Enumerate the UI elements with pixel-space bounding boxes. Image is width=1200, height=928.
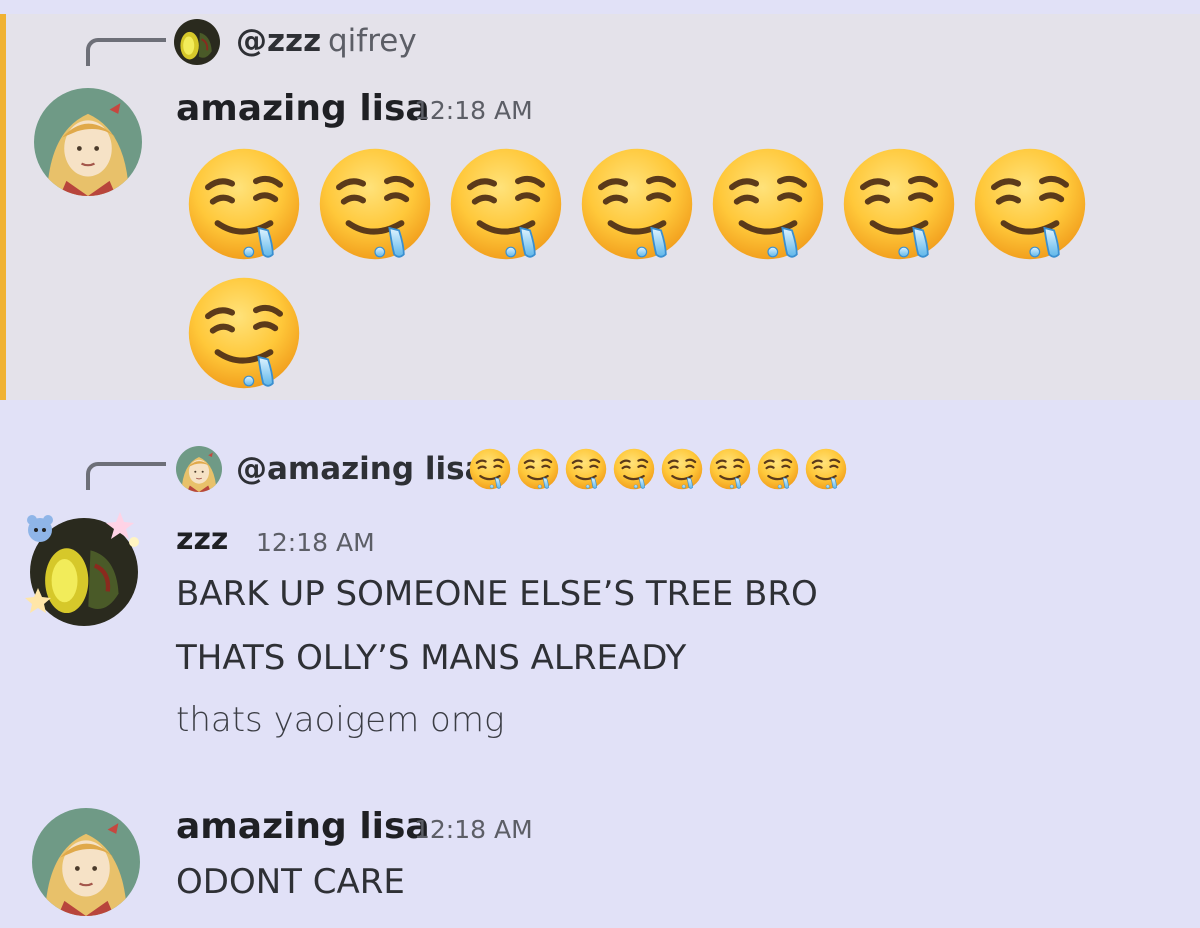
reply-mention[interactable]: @zzz <box>236 23 321 59</box>
message-text: thats yaoigem omg <box>176 700 505 740</box>
drooling-face-icon <box>708 447 752 491</box>
reply-spine <box>86 38 166 66</box>
avatar-decoration-icon <box>25 512 139 613</box>
drooling-face-icon <box>804 447 848 491</box>
drooling-face-icon <box>516 447 560 491</box>
drooling-face-icon <box>577 144 697 264</box>
avatar-amazing-lisa[interactable] <box>32 808 140 916</box>
message-highlighted[interactable]: @zzz qifrey amazing lisa 12:18 AM <box>0 14 1200 400</box>
avatar-amazing-lisa[interactable] <box>34 88 142 196</box>
reply-spine <box>86 462 166 490</box>
timestamp: 12:18 AM <box>414 815 533 844</box>
drooling-face-icon <box>612 447 656 491</box>
drooling-face-icon <box>184 144 304 264</box>
drooling-face-icon <box>446 144 566 264</box>
drooling-face-icon <box>184 273 304 393</box>
drooling-face-icon <box>839 144 959 264</box>
timestamp: 12:18 AM <box>414 96 533 125</box>
message-text: BARK UP SOMEONE ELSE’S TREE BRO <box>176 574 818 614</box>
reply-preview-text[interactable]: qifrey <box>328 23 417 59</box>
drooling-face-icon <box>315 144 435 264</box>
username[interactable]: zzz <box>176 522 228 557</box>
username[interactable]: amazing lisa <box>176 88 430 129</box>
reply-mention[interactable]: @amazing lisa <box>236 451 485 487</box>
reply-avatar-amazing-lisa[interactable] <box>176 446 222 492</box>
reply-avatar-zzz[interactable] <box>174 19 220 65</box>
drooling-face-icon <box>660 447 704 491</box>
username[interactable]: amazing lisa <box>176 806 430 847</box>
drooling-face-icon <box>756 447 800 491</box>
message-text: THATS OLLY’S MANS ALREADY <box>176 638 687 678</box>
drooling-face-icon <box>970 144 1090 264</box>
message-text: ODONT CARE <box>176 862 405 902</box>
drooling-face-icon <box>564 447 608 491</box>
timestamp: 12:18 AM <box>256 528 375 557</box>
drooling-face-icon <box>708 144 828 264</box>
drooling-face-icon <box>468 447 512 491</box>
